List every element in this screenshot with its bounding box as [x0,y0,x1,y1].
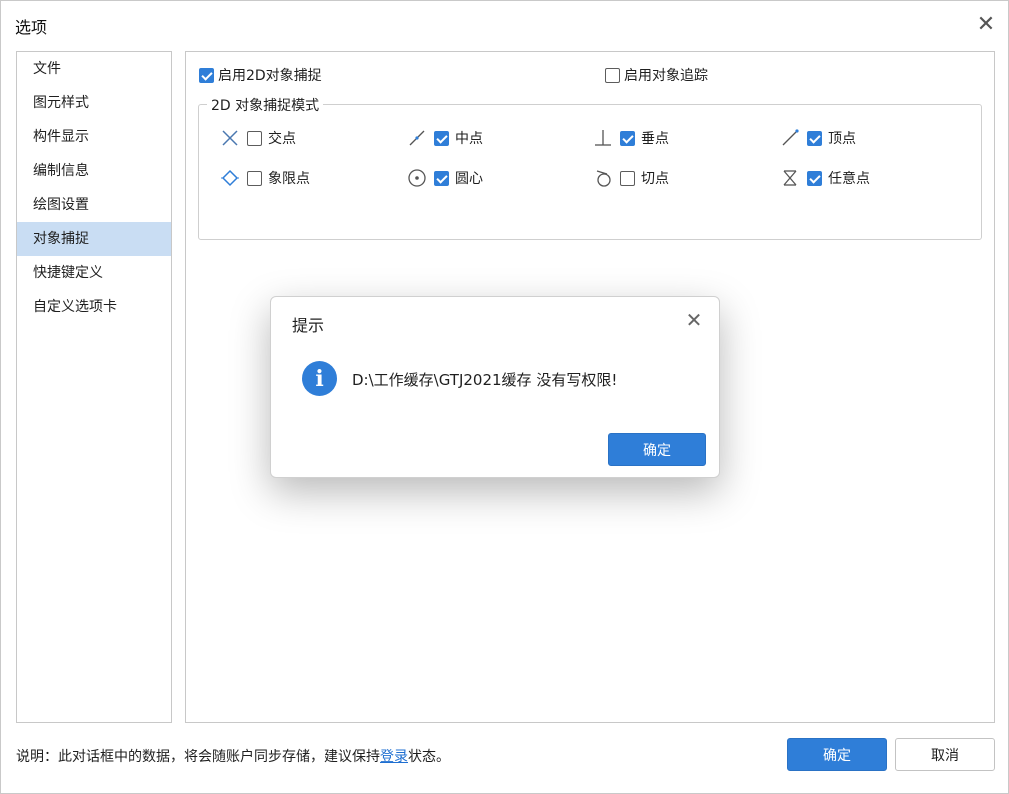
tangent-icon [592,167,614,189]
sidebar-item-element-style[interactable]: 图元样式 [17,86,171,120]
checkbox-checked[interactable] [807,130,822,146]
center-icon [406,167,428,189]
sidebar-item-component-display[interactable]: 构件显示 [17,120,171,154]
alert-title: 提示 [292,316,325,335]
checkbox-unchecked[interactable] [620,170,635,186]
snap-label: 切点 [641,171,669,187]
snap-perpendicular[interactable]: 垂点 [592,127,669,149]
snap-center[interactable]: 圆心 [406,167,483,189]
checkbox-unchecked[interactable] [247,170,262,186]
snap-quadrant[interactable]: 象限点 [219,167,310,189]
snap-label: 圆心 [455,171,483,187]
alert-dialog: 提示 ✕ i D:\工作缓存\GTJ2021缓存 没有写权限! 确定 [270,296,720,478]
snap-label: 象限点 [268,171,310,187]
checkbox-checked[interactable] [199,67,214,83]
enable-tracking-label: 启用对象追踪 [624,68,708,84]
sidebar-item-object-snap[interactable]: 对象捕捉 [17,222,171,256]
perpendicular-icon [592,127,614,149]
snap-mode-group: 2D 对象捕捉模式 交点 中点 垂点 顶点 象限点 圆心 切点 任意点 [198,95,982,240]
enable-tracking-checkbox[interactable]: 启用对象追踪 [605,65,708,85]
cancel-button[interactable]: 取消 [895,738,995,771]
ok-button[interactable]: 确定 [787,738,887,771]
snap-label: 中点 [455,131,483,147]
snap-label: 顶点 [828,131,856,147]
sidebar-item-shortcuts[interactable]: 快捷键定义 [17,256,171,290]
quadrant-icon [219,167,241,189]
endpoint-icon [779,127,801,149]
sidebar-item-custom-tabs[interactable]: 自定义选项卡 [17,290,171,324]
intersection-icon [219,127,241,149]
snap-endpoint[interactable]: 顶点 [779,127,856,149]
sidebar-item-drawing-settings[interactable]: 绘图设置 [17,188,171,222]
snap-intersection[interactable]: 交点 [219,127,296,149]
options-sidebar: 文件 图元样式 构件显示 编制信息 绘图设置 对象捕捉 快捷键定义 自定义选项卡 [16,51,172,723]
midpoint-icon [406,127,428,149]
checkbox-unchecked[interactable] [605,67,620,83]
enable-2d-snap-label: 启用2D对象捕捉 [218,68,322,84]
close-icon[interactable]: ✕ [681,307,707,333]
checkbox-checked[interactable] [807,170,822,186]
snap-tangent[interactable]: 切点 [592,167,669,189]
sidebar-item-compile-info[interactable]: 编制信息 [17,154,171,188]
checkbox-checked[interactable] [434,170,449,186]
nearest-icon [779,167,801,189]
sidebar-item-file[interactable]: 文件 [17,52,171,86]
snap-midpoint[interactable]: 中点 [406,127,483,149]
alert-message: D:\工作缓存\GTJ2021缓存 没有写权限! [352,371,618,389]
snap-label: 任意点 [828,171,870,187]
snap-mode-group-title: 2D 对象捕捉模式 [207,95,324,115]
checkbox-checked[interactable] [620,130,635,146]
info-icon: i [302,361,337,396]
alert-ok-button[interactable]: 确定 [608,433,706,466]
footer-note-prefix: 说明：此对话框中的数据，将会随账户同步存储，建议保持 [16,749,380,765]
close-icon[interactable]: ✕ [971,11,1001,41]
footer-note-suffix: 状态。 [408,749,450,765]
footer-note: 说明：此对话框中的数据，将会随账户同步存储，建议保持登录状态。 [16,746,450,766]
snap-nearest[interactable]: 任意点 [779,167,870,189]
enable-2d-snap-checkbox[interactable]: 启用2D对象捕捉 [199,65,322,85]
snap-label: 交点 [268,131,296,147]
dialog-title: 选项 [15,18,48,37]
checkbox-checked[interactable] [434,130,449,146]
login-link[interactable]: 登录 [380,749,408,765]
snap-label: 垂点 [641,131,669,147]
checkbox-unchecked[interactable] [247,130,262,146]
